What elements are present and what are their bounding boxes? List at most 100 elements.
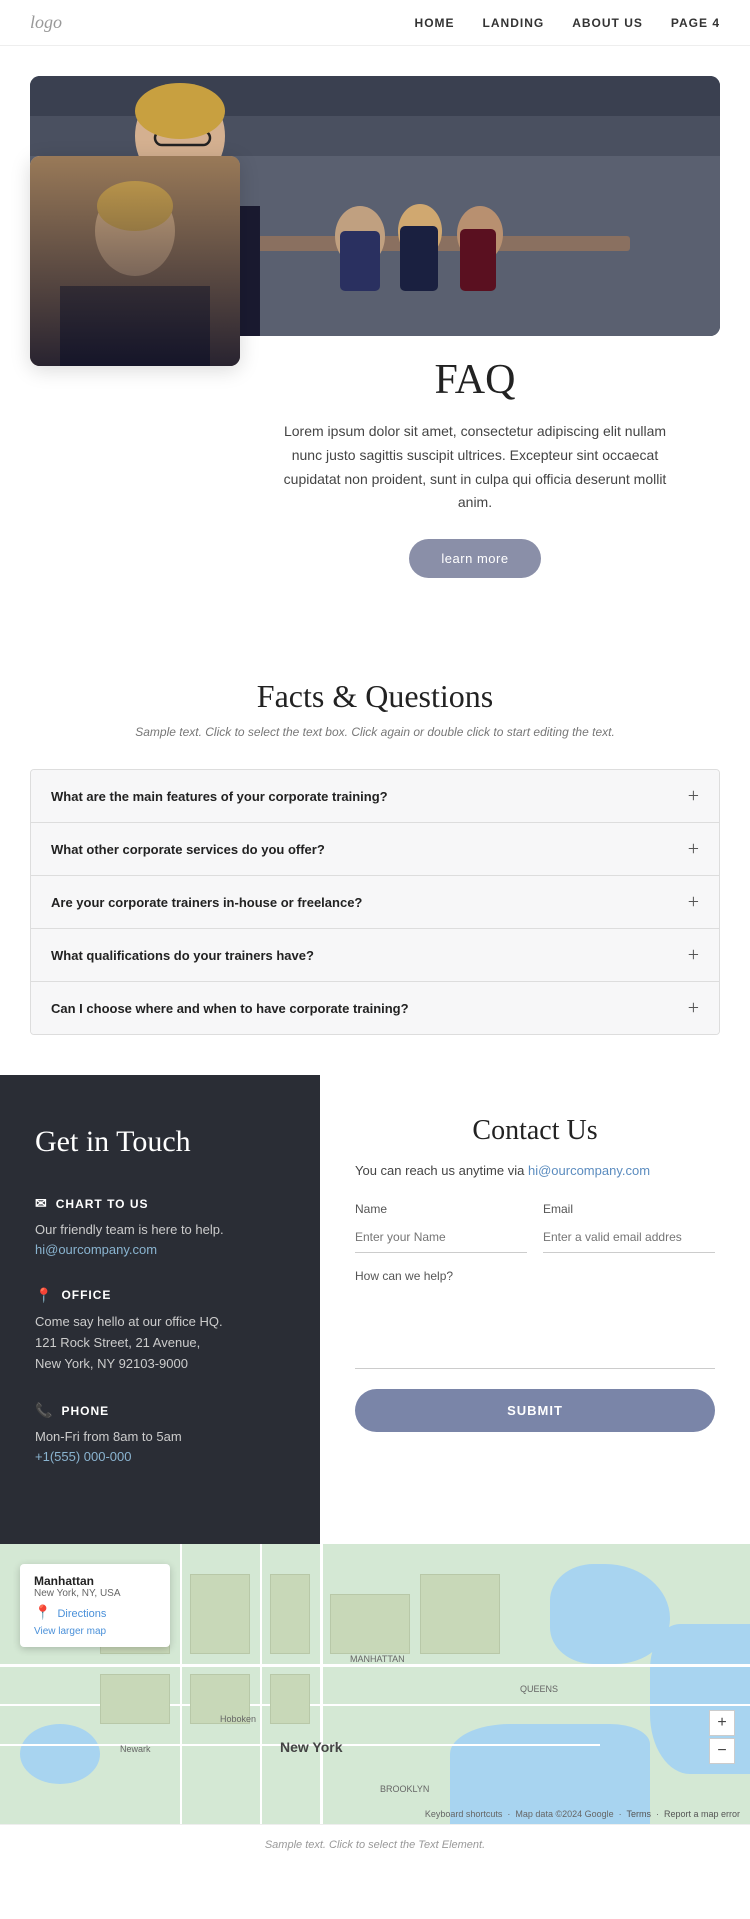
map-block-5: [270, 1674, 310, 1724]
map-attribution: Keyboard shortcuts · Map data ©2024 Goog…: [425, 1809, 740, 1819]
nav-page4[interactable]: PAGE 4: [671, 16, 720, 30]
chart-heading-label: CHART TO US: [56, 1197, 149, 1211]
accordion-header-3[interactable]: Are your corporate trainers in-house or …: [31, 876, 719, 928]
accordion-question-2: What other corporate services do you off…: [51, 842, 325, 857]
contact-phone-heading: 📞 PHONE: [35, 1402, 285, 1419]
map-card-directions-row: 📍 Directions: [34, 1605, 156, 1622]
map-zoom-in[interactable]: +: [709, 1710, 735, 1736]
phone-number-link[interactable]: +1(555) 000-000: [35, 1449, 132, 1464]
contact-office-heading: 📍 OFFICE: [35, 1287, 285, 1304]
facts-title: Facts & Questions: [30, 678, 720, 715]
map-label-newark: Newark: [120, 1744, 151, 1754]
map-road-h1: [0, 1664, 750, 1667]
accordion-header-4[interactable]: What qualifications do your trainers hav…: [31, 929, 719, 981]
name-input[interactable]: [355, 1222, 527, 1253]
accordion-question-5: Can I choose where and when to have corp…: [51, 1001, 409, 1016]
subtitle-email-link[interactable]: hi@ourcompany.com: [528, 1163, 650, 1178]
hero-card-svg: [30, 156, 240, 366]
accordion-item-3: Are your corporate trainers in-house or …: [31, 876, 719, 929]
map-label-brooklyn: BROOKLYN: [380, 1784, 429, 1794]
accordion-question-3: Are your corporate trainers in-house or …: [51, 895, 362, 910]
navbar: logo HOME LANDING ABOUT US PAGE 4: [0, 0, 750, 46]
facts-subtitle: Sample text. Click to select the text bo…: [30, 725, 720, 739]
logo: logo: [30, 12, 62, 33]
map-data-label: Map data ©2024 Google: [515, 1809, 613, 1819]
phone-heading-label: PHONE: [61, 1404, 109, 1418]
faq-description: Lorem ipsum dolor sit amet, consectetur …: [270, 420, 680, 515]
accordion-question-1: What are the main features of your corpo…: [51, 789, 388, 804]
learn-more-button[interactable]: learn more: [409, 539, 540, 578]
map-directions-link[interactable]: Directions: [57, 1608, 106, 1620]
contact-chart-item: ✉ CHART TO US Our friendly team is here …: [35, 1195, 285, 1259]
map-road-v3: [320, 1544, 323, 1824]
map-water-4: [20, 1724, 100, 1784]
map-pin-icon: 📍: [34, 1605, 51, 1622]
hero-section: FAQ Lorem ipsum dolor sit amet, consecte…: [0, 46, 750, 618]
accordion-plus-1: +: [688, 786, 699, 806]
location-icon: 📍: [35, 1287, 53, 1304]
name-label: Name: [355, 1202, 527, 1216]
map-card-subtitle: New York, NY, USA: [34, 1588, 156, 1599]
nav-about[interactable]: ABOUT US: [572, 16, 643, 30]
office-text-2: 121 Rock Street, 21 Avenue,: [35, 1333, 285, 1354]
accordion-item-4: What qualifications do your trainers hav…: [31, 929, 719, 982]
accordion-plus-4: +: [688, 945, 699, 965]
email-label: Email: [543, 1202, 715, 1216]
footer: Sample text. Click to select the Text El…: [0, 1824, 750, 1865]
contact-office-item: 📍 OFFICE Come say hello at our office HQ…: [35, 1287, 285, 1374]
map-road-v1: [180, 1544, 182, 1824]
chart-text: Our friendly team is here to help.: [35, 1220, 285, 1241]
contact-form-panel: Contact Us You can reach us anytime via …: [320, 1075, 750, 1544]
map-block-2: [270, 1574, 310, 1654]
accordion-item-5: Can I choose where and when to have corp…: [31, 982, 719, 1034]
map-label-queens: QUEENS: [520, 1684, 558, 1694]
map-report-link[interactable]: Report a map error: [664, 1809, 740, 1819]
map-label-hoboken: Hoboken: [220, 1714, 256, 1724]
footer-text: Sample text. Click to select the Text El…: [14, 1839, 736, 1851]
map-block-1: [190, 1574, 250, 1654]
nav-home[interactable]: HOME: [415, 16, 455, 30]
map-popup-card: Manhattan New York, NY, USA 📍 Directions…: [20, 1564, 170, 1647]
map-block-7: [100, 1674, 170, 1724]
map-water-2: [650, 1624, 750, 1774]
map-block-8: [420, 1574, 500, 1654]
hero-card: [30, 156, 240, 366]
envelope-icon: ✉: [35, 1195, 48, 1212]
contact-left-panel: Get in Touch ✉ CHART TO US Our friendly …: [0, 1075, 320, 1544]
map-canvas: Hoboken MANHATTAN Newark BROOKLYN New Yo…: [0, 1544, 750, 1824]
contact-form-title: Contact Us: [355, 1115, 715, 1147]
nav-links: HOME LANDING ABOUT US PAGE 4: [415, 16, 720, 30]
accordion-item-1: What are the main features of your corpo…: [31, 770, 719, 823]
how-label: How can we help?: [355, 1269, 715, 1283]
map-label-manhattan: MANHATTAN: [350, 1654, 405, 1664]
map-card-title: Manhattan: [34, 1574, 156, 1588]
map-view-larger-link[interactable]: View larger map: [34, 1626, 156, 1637]
map-road-v2: [260, 1544, 262, 1824]
map-terms-link[interactable]: Terms: [626, 1809, 651, 1819]
accordion-header-1[interactable]: What are the main features of your corpo…: [31, 770, 719, 822]
contact-chart-heading: ✉ CHART TO US: [35, 1195, 285, 1212]
phone-text: Mon-Fri from 8am to 5am: [35, 1427, 285, 1448]
accordion-question-4: What qualifications do your trainers hav…: [51, 948, 314, 963]
email-input[interactable]: [543, 1222, 715, 1253]
phone-icon: 📞: [35, 1402, 53, 1419]
form-email-group: Email: [543, 1202, 715, 1253]
map-zoom-out[interactable]: −: [709, 1738, 735, 1764]
map-keyboard-shortcuts: Keyboard shortcuts: [425, 1809, 503, 1819]
nav-landing[interactable]: LANDING: [483, 16, 545, 30]
submit-button[interactable]: SUBMIT: [355, 1389, 715, 1432]
form-name-group: Name: [355, 1202, 527, 1253]
hero-card-image: [30, 156, 240, 366]
facts-section: Facts & Questions Sample text. Click to …: [0, 618, 750, 1075]
map-zoom-controls: + −: [709, 1710, 735, 1764]
chart-email-link[interactable]: hi@ourcompany.com: [35, 1242, 157, 1257]
how-textarea[interactable]: [355, 1289, 715, 1369]
accordion-header-2[interactable]: What other corporate services do you off…: [31, 823, 719, 875]
accordion-plus-3: +: [688, 892, 699, 912]
map-section: Hoboken MANHATTAN Newark BROOKLYN New Yo…: [0, 1544, 750, 1824]
office-heading-label: OFFICE: [61, 1288, 111, 1302]
accordion-plus-5: +: [688, 998, 699, 1018]
contact-section: Get in Touch ✉ CHART TO US Our friendly …: [0, 1075, 750, 1544]
office-text-1: Come say hello at our office HQ.: [35, 1312, 285, 1333]
accordion-header-5[interactable]: Can I choose where and when to have corp…: [31, 982, 719, 1034]
